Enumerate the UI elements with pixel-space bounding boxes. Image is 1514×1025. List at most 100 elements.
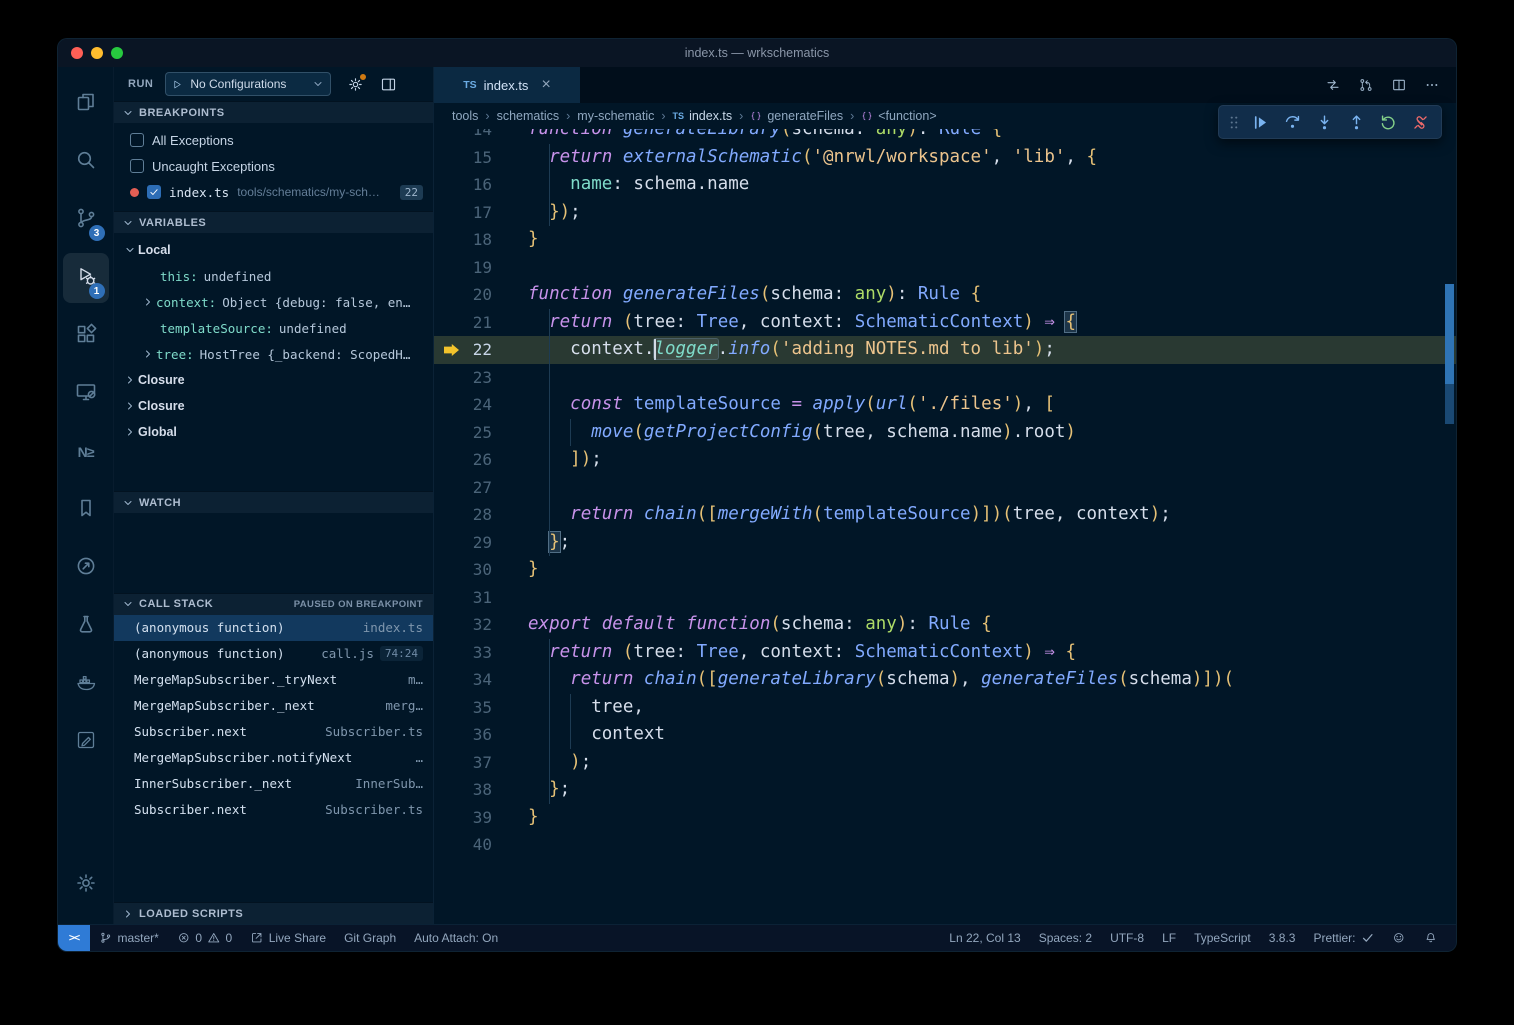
call-stack-frame[interactable]: MergeMapSubscriber.notifyNext…: [114, 745, 433, 771]
call-stack-frame[interactable]: Subscriber.nextSubscriber.ts: [114, 719, 433, 745]
line-number[interactable]: 23: [434, 364, 492, 392]
loaded-scripts-section-header[interactable]: LOADED SCRIPTS: [114, 902, 433, 924]
status-eol[interactable]: LF: [1153, 925, 1185, 951]
status-indentation[interactable]: Spaces: 2: [1030, 925, 1101, 951]
code-line-28[interactable]: 28 return chain([mergeWith(templateSourc…: [434, 501, 1456, 529]
line-number[interactable]: 25: [434, 419, 492, 447]
line-number[interactable]: 27: [434, 474, 492, 502]
line-number[interactable]: 33: [434, 639, 492, 667]
line-number[interactable]: 38: [434, 776, 492, 804]
more-icon[interactable]: [1424, 77, 1440, 93]
code-line-18[interactable]: 18}: [434, 226, 1456, 254]
breadcrumb-item-index-ts[interactable]: TSindex.ts: [673, 109, 733, 123]
code-line-37[interactable]: 37 );: [434, 749, 1456, 777]
breadcrumb-item-my-schematic[interactable]: my-schematic: [577, 109, 654, 123]
code-line-21[interactable]: 21 return (tree: Tree, context: Schemati…: [434, 309, 1456, 337]
line-number[interactable]: 19: [434, 254, 492, 282]
breadcrumb-item-tools[interactable]: tools: [452, 109, 478, 123]
activity-item-explorer[interactable]: [63, 75, 109, 133]
status-cursor-position[interactable]: Ln 22, Col 13: [940, 925, 1029, 951]
activity-item-settings[interactable]: [63, 856, 109, 914]
code-line-27[interactable]: 27: [434, 474, 1456, 502]
checkbox-checked[interactable]: [147, 185, 161, 199]
breadcrumb-item--function-[interactable]: <function>: [861, 109, 936, 123]
activity-item-nx-console[interactable]: N≥: [63, 423, 109, 481]
status-encoding[interactable]: UTF-8: [1101, 925, 1153, 951]
code-line-30[interactable]: 30}: [434, 556, 1456, 584]
code-line-36[interactable]: 36 context: [434, 721, 1456, 749]
code-line-23[interactable]: 23: [434, 364, 1456, 392]
variable-row[interactable]: context:Object {debug: false, en…: [114, 289, 433, 315]
call-stack-frame[interactable]: (anonymous function)call.js74:24: [114, 641, 433, 667]
call-stack-frame[interactable]: MergeMapSubscriber._nextmerg…: [114, 693, 433, 719]
variable-scope-row[interactable]: Closure: [114, 367, 433, 393]
status-feedback[interactable]: [1383, 925, 1415, 951]
code-line-17[interactable]: 17 });: [434, 199, 1456, 227]
run-configuration-dropdown[interactable]: No Configurations: [165, 72, 331, 96]
status-language[interactable]: TypeScript: [1185, 925, 1260, 951]
breakpoints-section-header[interactable]: BREAKPOINTS: [114, 101, 433, 123]
line-number[interactable]: 30: [434, 556, 492, 584]
activity-item-run-debug[interactable]: 1: [63, 253, 109, 303]
code-line-35[interactable]: 35 tree,: [434, 694, 1456, 722]
watch-section-header[interactable]: WATCH: [114, 491, 433, 513]
status-prettier[interactable]: Prettier:: [1304, 925, 1383, 951]
step-out-button[interactable]: [1341, 108, 1371, 136]
line-number[interactable]: 20: [434, 281, 492, 309]
status-git-graph[interactable]: Git Graph: [335, 925, 405, 951]
variable-scope-row[interactable]: Local: [114, 237, 433, 263]
code-line-39[interactable]: 39}: [434, 804, 1456, 832]
line-number[interactable]: 31: [434, 584, 492, 612]
variable-row[interactable]: this:undefined: [114, 263, 433, 289]
activity-item-search[interactable]: [63, 133, 109, 191]
line-number[interactable]: 28: [434, 501, 492, 529]
line-number[interactable]: 21: [434, 309, 492, 337]
code-line-34[interactable]: 34 return chain([generateLibrary(schema)…: [434, 666, 1456, 694]
status-remote[interactable]: ><: [58, 925, 90, 951]
code-line-22[interactable]: 22 context.logger.info('adding NOTES.md …: [434, 336, 1456, 364]
status-live-share[interactable]: Live Share: [241, 925, 335, 951]
variable-row[interactable]: templateSource:undefined: [114, 315, 433, 341]
variables-section-header[interactable]: VARIABLES: [114, 211, 433, 233]
breakpoint-row[interactable]: index.tstools/schematics/my-sch…22: [114, 179, 433, 205]
status-notifications[interactable]: [1415, 925, 1447, 951]
checkbox-unchecked[interactable]: [130, 159, 144, 173]
minimize-window-button[interactable]: [91, 47, 103, 59]
line-number[interactable]: 34: [434, 666, 492, 694]
line-number[interactable]: 32: [434, 611, 492, 639]
line-number[interactable]: 18: [434, 226, 492, 254]
tab-index-ts[interactable]: TS index.ts ×: [434, 67, 580, 103]
continue-button[interactable]: [1245, 108, 1275, 136]
activity-item-project-notes[interactable]: [63, 713, 109, 771]
step-into-button[interactable]: [1309, 108, 1339, 136]
line-number[interactable]: 14: [434, 129, 492, 144]
activity-item-bookmarks[interactable]: [63, 481, 109, 539]
git-compare-icon[interactable]: [1358, 77, 1374, 93]
line-number[interactable]: 35: [434, 694, 492, 722]
line-number[interactable]: 36: [434, 721, 492, 749]
step-over-button[interactable]: [1277, 108, 1307, 136]
disconnect-button[interactable]: [1405, 108, 1435, 136]
line-number[interactable]: 15: [434, 144, 492, 172]
code-line-20[interactable]: 20function generateFiles(schema: any): R…: [434, 281, 1456, 309]
line-number[interactable]: 26: [434, 446, 492, 474]
checkbox-unchecked[interactable]: [130, 133, 144, 147]
split-editor-icon[interactable]: [1391, 77, 1407, 93]
code-line-26[interactable]: 26 ]);: [434, 446, 1456, 474]
open-debug-panel-icon[interactable]: [380, 76, 397, 93]
breadcrumb-item-schematics[interactable]: schematics: [497, 109, 560, 123]
call-stack-frame[interactable]: InnerSubscriber._nextInnerSub…: [114, 771, 433, 797]
line-number[interactable]: 39: [434, 804, 492, 832]
variable-scope-row[interactable]: Global: [114, 419, 433, 445]
line-number[interactable]: 40: [434, 831, 492, 859]
activity-item-test-explorer[interactable]: [63, 597, 109, 655]
breakpoint-exception-row[interactable]: Uncaught Exceptions: [114, 153, 433, 179]
code-line-25[interactable]: 25 move(getProjectConfig(tree, schema.na…: [434, 419, 1456, 447]
status-branch[interactable]: master*: [90, 925, 168, 951]
close-window-button[interactable]: [71, 47, 83, 59]
open-changes-icon[interactable]: [1325, 77, 1341, 93]
line-number[interactable]: 16: [434, 171, 492, 199]
line-number[interactable]: 24: [434, 391, 492, 419]
breadcrumb-item-generatefiles[interactable]: generateFiles: [750, 109, 843, 123]
activity-item-remote-explorer[interactable]: [63, 365, 109, 423]
